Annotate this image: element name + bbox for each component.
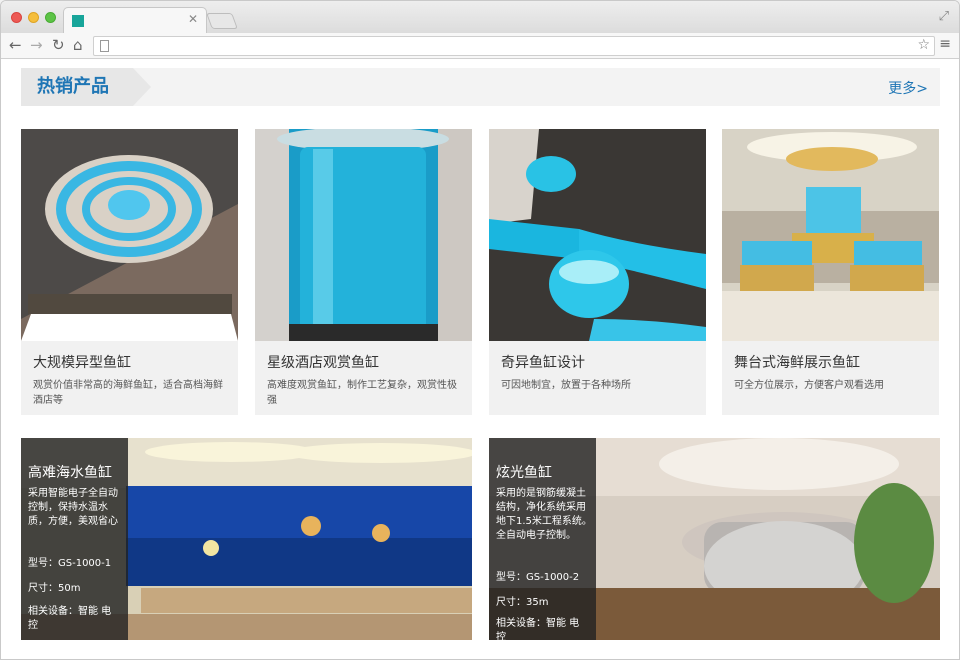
product-image[interactable] — [489, 129, 706, 341]
page-content: 热销产品 更多> 大规模异型鱼缸 观赏价值非常高的海鲜鱼缸，适合高档海鲜酒店等 — [1, 60, 959, 659]
new-tab-button[interactable] — [206, 13, 238, 29]
product-description: 可因地制宜，放置于各种场所 — [501, 380, 631, 391]
forward-arrow-icon[interactable]: → — [30, 36, 43, 54]
product-description: 观赏价值非常高的海鲜鱼缸，适合高档海鲜酒店等 — [33, 380, 223, 406]
maximize-window-button[interactable] — [45, 12, 56, 23]
product-title[interactable]: 奇异鱼缸设计 — [501, 352, 585, 372]
featured-equipment: 相关设备：智能 电控 — [496, 618, 580, 640]
page-icon — [100, 40, 109, 52]
section-header: 热销产品 更多> — [21, 68, 940, 106]
address-bar[interactable]: ☆ — [93, 36, 935, 56]
featured-info-panel: 炫光鱼缸 采用的是钢筋缓凝土结构，净化系统采用地下1.5米工程系统。全自动电子控… — [489, 438, 596, 640]
tab-close-icon[interactable]: ✕ — [188, 12, 198, 26]
featured-model: 型号：GS-1000-1 — [28, 558, 112, 569]
product-title[interactable]: 舞台式海鲜展示鱼缸 — [734, 352, 860, 372]
favicon-icon — [72, 15, 84, 27]
product-image[interactable] — [722, 129, 939, 341]
close-window-button[interactable] — [11, 12, 22, 23]
featured-size: 尺寸：35m — [496, 597, 549, 608]
product-card[interactable]: 奇异鱼缸设计 可因地制宜，放置于各种场所 — [489, 129, 706, 415]
minimize-window-button[interactable] — [28, 12, 39, 23]
featured-model: 型号：GS-1000-2 — [496, 572, 580, 583]
featured-info-panel: 高难海水鱼缸 采用智能电子全自动控制，保持水温水质，方便，美观省心 型号：GS-… — [21, 438, 128, 640]
product-card[interactable]: 舞台式海鲜展示鱼缸 可全方位展示，方便客户观看选用 — [722, 129, 939, 415]
featured-title[interactable]: 高难海水鱼缸 — [28, 462, 112, 482]
reload-icon[interactable]: ↻ — [52, 36, 65, 54]
product-title[interactable]: 星级酒店观赏鱼缸 — [267, 352, 379, 372]
product-image[interactable] — [255, 129, 472, 341]
product-description: 可全方位展示，方便客户观看选用 — [734, 380, 884, 391]
browser-window: ✕ ⤢ ← → ↻ ⌂ ☆ ≡ 热销产品 更多> 大规模异型鱼缸 观赏价值非常高… — [0, 0, 960, 660]
product-image[interactable] — [21, 129, 238, 341]
featured-description: 采用智能电子全自动控制，保持水温水质，方便，美观省心 — [28, 488, 118, 527]
featured-title[interactable]: 炫光鱼缸 — [496, 462, 552, 482]
back-arrow-icon[interactable]: ← — [9, 36, 22, 54]
more-link[interactable]: 更多> — [888, 78, 928, 98]
section-title: 热销产品 — [21, 68, 151, 106]
bookmark-star-icon[interactable]: ☆ — [917, 37, 930, 53]
product-card[interactable]: 大规模异型鱼缸 观赏价值非常高的海鲜鱼缸，适合高档海鲜酒店等 — [21, 129, 238, 415]
featured-size: 尺寸：50m — [28, 583, 81, 594]
title-bar: ✕ ⤢ — [1, 1, 959, 33]
product-description: 高难度观赏鱼缸，制作工艺复杂，观赏性极强 — [267, 380, 457, 406]
featured-product[interactable]: 炫光鱼缸 采用的是钢筋缓凝土结构，净化系统采用地下1.5米工程系统。全自动电子控… — [489, 438, 940, 640]
menu-icon[interactable]: ≡ — [939, 36, 951, 52]
browser-tab[interactable]: ✕ — [63, 7, 207, 33]
featured-equipment: 相关设备：智能 电控 — [28, 606, 112, 631]
featured-product[interactable]: 高难海水鱼缸 采用智能电子全自动控制，保持水温水质，方便，美观省心 型号：GS-… — [21, 438, 472, 640]
featured-description: 采用的是钢筋缓凝土结构，净化系统采用地下1.5米工程系统。全自动电子控制。 — [496, 488, 592, 541]
product-card[interactable]: 星级酒店观赏鱼缸 高难度观赏鱼缸，制作工艺复杂，观赏性极强 — [255, 129, 472, 415]
browser-toolbar: ← → ↻ ⌂ ☆ ≡ — [1, 33, 959, 59]
product-title[interactable]: 大规模异型鱼缸 — [33, 352, 131, 372]
fullscreen-icon[interactable]: ⤢ — [939, 9, 949, 24]
home-icon[interactable]: ⌂ — [73, 36, 83, 54]
